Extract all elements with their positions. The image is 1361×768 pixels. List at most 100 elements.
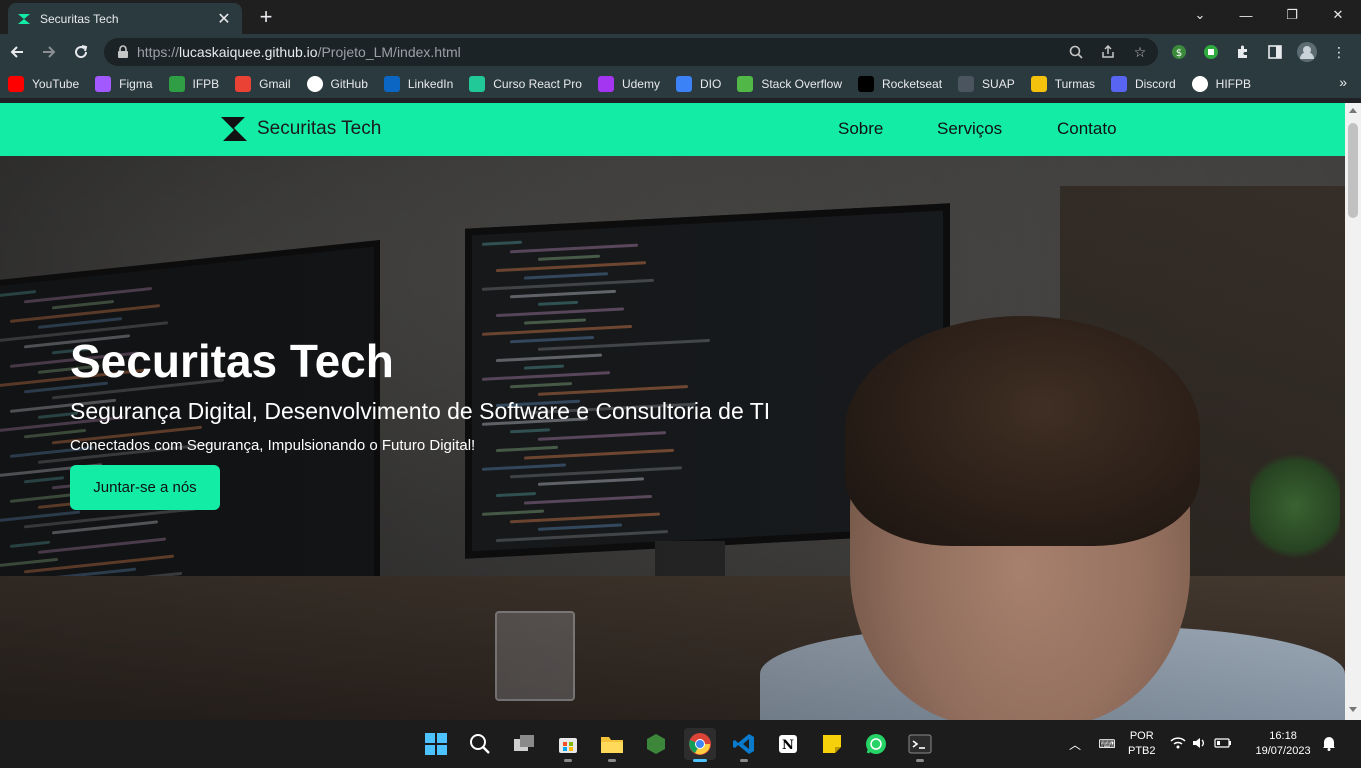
nav-link-contato[interactable]: Contato (1057, 119, 1117, 139)
bookmark-turmas[interactable]: Turmas (1030, 76, 1095, 92)
vscode-icon[interactable] (728, 728, 760, 762)
reload-icon[interactable] (69, 40, 93, 64)
profile-avatar-icon[interactable] (1296, 41, 1318, 63)
extension-green-icon[interactable]: $ (1168, 41, 1190, 63)
url-text: https://lucaskaiquee.github.io/Projeto_L… (137, 44, 461, 60)
minimize-icon[interactable]: — (1223, 0, 1269, 30)
bookmark-label: Stack Overflow (761, 77, 843, 91)
bookmark-suap[interactable]: SUAP (958, 76, 1015, 92)
bookmark-hifpb[interactable]: HIFPB (1191, 76, 1251, 92)
svg-text:$: $ (1176, 48, 1182, 59)
suap-icon (958, 76, 975, 92)
file-explorer-icon[interactable] (596, 728, 628, 762)
back-icon[interactable] (5, 40, 29, 64)
scroll-down-icon[interactable] (1349, 707, 1357, 712)
scroll-up-icon[interactable] (1349, 108, 1357, 113)
bookmark-gmail[interactable]: Gmail (235, 76, 291, 92)
address-bar[interactable]: https://lucaskaiquee.github.io/Projeto_L… (104, 38, 1158, 66)
bookmark-label: SUAP (982, 77, 1015, 91)
task-view-icon[interactable] (508, 728, 540, 760)
node-icon[interactable] (640, 728, 672, 760)
extension-shield-icon[interactable] (1200, 41, 1222, 63)
share-icon[interactable] (1098, 42, 1118, 62)
scrollbar-thumb[interactable] (1348, 123, 1358, 218)
battery-icon[interactable] (1213, 737, 1232, 752)
keyboard-icon[interactable]: ⌨ (1098, 737, 1116, 751)
whatsapp-icon[interactable] (860, 728, 892, 760)
menu-kebab-icon[interactable]: ⋮ (1328, 41, 1350, 63)
search-icon[interactable] (464, 728, 496, 760)
show-hidden-icons-icon[interactable]: ︿ (1066, 736, 1084, 753)
system-tray: ︿ ⌨ POR PTB2 16:18 19/07/2023 (1066, 720, 1337, 768)
nav-link-servicos[interactable]: Serviços (937, 119, 1002, 139)
bookmarks-overflow-icon[interactable]: » (1339, 74, 1347, 90)
bookmark-figma[interactable]: Figma (95, 76, 153, 92)
bookmark-label: Rocketseat (882, 77, 943, 91)
securitas-logo-icon (221, 117, 247, 141)
chrome-icon[interactable] (684, 728, 716, 762)
site-logo[interactable]: Securitas Tech (219, 114, 381, 144)
bookmark-dio[interactable]: DIO (675, 76, 722, 92)
tab-search-icon[interactable]: ⌄ (1177, 0, 1223, 30)
bookmark-ifpb[interactable]: IFPB (168, 76, 219, 92)
sticky-notes-icon[interactable] (816, 728, 848, 760)
bookmark-label: DIO (699, 77, 722, 91)
bookmark-label: Gmail (259, 77, 291, 91)
extensions-puzzle-icon[interactable] (1232, 41, 1254, 63)
react-course-icon (469, 76, 486, 92)
language-indicator[interactable]: POR PTB2 (1128, 729, 1156, 759)
terminal-icon[interactable] (904, 728, 936, 762)
clock[interactable]: 16:18 19/07/2023 (1256, 729, 1311, 759)
bookmark-curso-react-pro[interactable]: Curso React Pro (469, 76, 582, 92)
new-tab-button[interactable]: + (254, 5, 278, 29)
bookmark-star-icon[interactable]: ☆ (1130, 42, 1150, 62)
restore-icon[interactable]: ❐ (1269, 0, 1315, 30)
tab-title: Securitas Tech (40, 11, 119, 26)
bookmarks-bar: YouTube Figma IFPB Gmail GitHub LinkedIn Curso… (0, 70, 1361, 98)
bookmark-github[interactable]: GitHub (306, 76, 368, 92)
tab-strip: Securitas Tech ✕ + ⌄ — ❐ ✕ (0, 0, 1361, 34)
brand-name: Securitas Tech (257, 118, 382, 139)
store-icon[interactable] (552, 728, 584, 762)
discord-icon (1110, 76, 1127, 92)
bookmark-linkedin[interactable]: LinkedIn (383, 76, 453, 92)
join-us-button[interactable]: Juntar-se a nós (70, 465, 220, 510)
bookmark-stack-overflow[interactable]: Stack Overflow (737, 76, 842, 92)
nav-link-sobre[interactable]: Sobre (838, 119, 883, 139)
page-viewport: Securitas Tech Sobre Serviços Contato Se… (0, 103, 1345, 720)
tab-securitas-tech[interactable]: Securitas Tech ✕ (8, 3, 242, 34)
bookmark-label: Turmas (1054, 77, 1095, 91)
hero-subtitle: Segurança Digital, Desenvolvimento de So… (70, 398, 771, 424)
forward-icon[interactable] (37, 40, 61, 64)
windows-taskbar: N ︿ ⌨ POR PTB2 16:18 19/07/2023 (0, 720, 1361, 768)
bookmark-label: GitHub (330, 77, 368, 91)
securitas-logo-icon (16, 11, 32, 27)
bookmark-label: YouTube (32, 77, 80, 91)
linkedin-icon (383, 76, 400, 92)
start-icon[interactable] (420, 728, 452, 760)
hifpb-icon (1191, 76, 1208, 92)
bookmark-discord[interactable]: Discord (1110, 76, 1176, 92)
github-icon (306, 76, 323, 92)
hero-tagline: Conectados com Segurança, Impulsionando … (70, 437, 476, 454)
browser-toolbar: https://lucaskaiquee.github.io/Projeto_L… (0, 34, 1361, 70)
bookmark-youtube[interactable]: YouTube (8, 76, 79, 92)
bookmark-label: Curso React Pro (493, 77, 582, 91)
lock-icon[interactable] (116, 45, 130, 59)
notifications-icon[interactable] (1321, 735, 1337, 754)
bookmark-label: Udemy (621, 77, 660, 91)
volume-icon[interactable] (1192, 736, 1208, 753)
youtube-icon (8, 76, 24, 92)
notion-icon[interactable]: N (772, 728, 804, 760)
close-tab-icon[interactable]: ✕ (214, 9, 234, 29)
ifpb-icon (168, 76, 185, 92)
bookmark-label: Discord (1134, 77, 1176, 91)
page-scrollbar[interactable] (1345, 103, 1361, 720)
wifi-icon[interactable] (1169, 736, 1186, 753)
bookmark-udemy[interactable]: Udemy (597, 76, 660, 92)
bookmark-rocketseat[interactable]: Rocketseat (858, 76, 942, 92)
zoom-icon[interactable] (1066, 42, 1086, 62)
close-window-icon[interactable]: ✕ (1315, 0, 1361, 30)
side-panel-icon[interactable] (1264, 41, 1286, 63)
hero-section: Securitas Tech Segurança Digital, Desenv… (0, 156, 1345, 720)
